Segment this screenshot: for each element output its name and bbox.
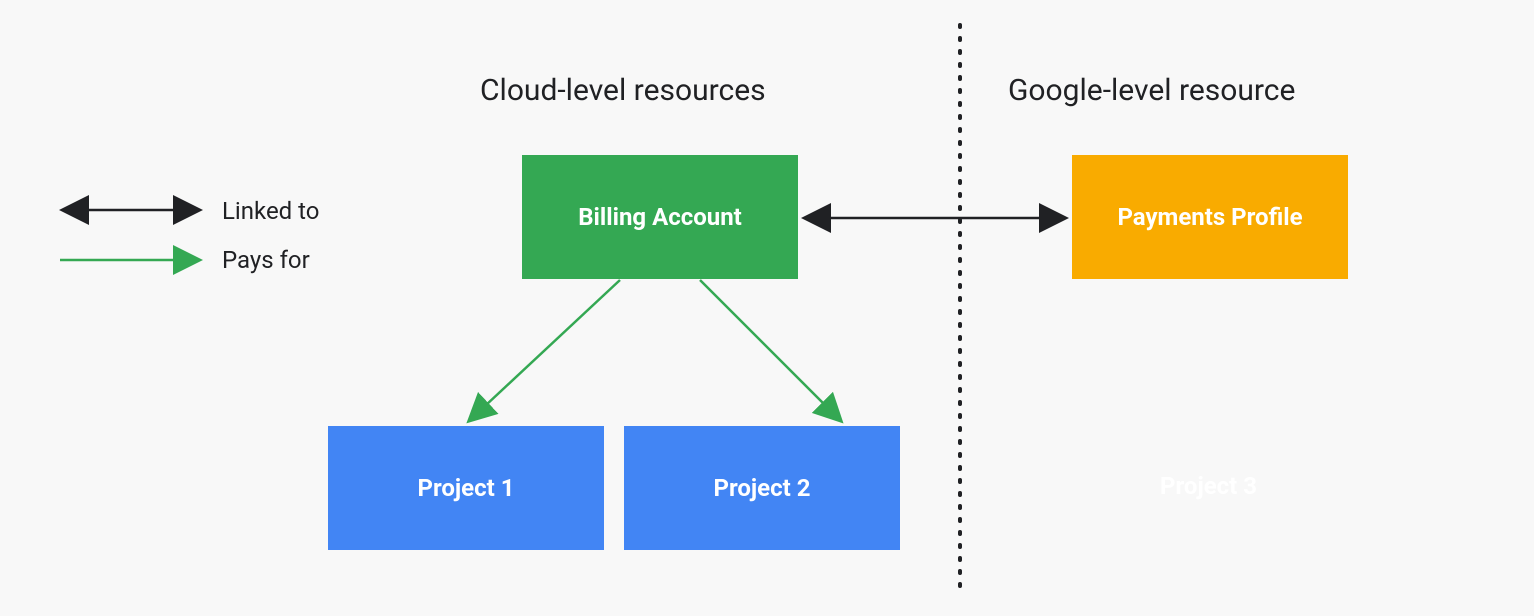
payments-profile-label: Payments Profile: [1117, 203, 1302, 231]
project1-box: Project 1: [328, 426, 604, 550]
billing-to-project2-arrow: [700, 280, 840, 420]
project3-label: Project 3: [1160, 472, 1257, 500]
project2-box: Project 2: [624, 426, 900, 550]
cloud-resources-heading: Cloud-level resources: [480, 73, 766, 108]
project1-label: Project 1: [417, 474, 514, 502]
billing-account-label: Billing Account: [578, 203, 742, 231]
billing-account-box: Billing Account: [522, 155, 798, 279]
legend-pays-label: Pays for: [222, 246, 310, 274]
billing-to-project1-arrow: [470, 280, 620, 420]
project2-label: Project 2: [713, 474, 810, 502]
legend-linked-label: Linked to: [222, 197, 319, 225]
google-resource-heading: Google-level resource: [1008, 73, 1295, 108]
payments-profile-box: Payments Profile: [1072, 155, 1348, 279]
